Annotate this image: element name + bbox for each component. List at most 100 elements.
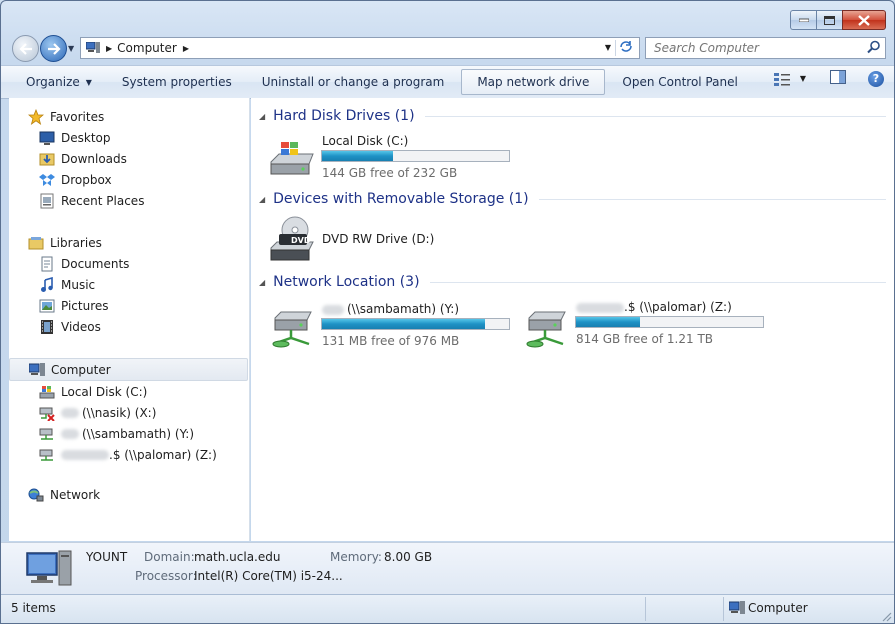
maximize-button[interactable] xyxy=(816,10,842,30)
capacity-bar xyxy=(321,150,510,162)
explorer-window: ▼ ▶ Computer ▶ ▼ Organize ▼ System prope… xyxy=(0,0,895,624)
nav-libraries[interactable]: Libraries xyxy=(9,232,249,253)
group-header-removable-storage[interactable]: ◢ Devices with Removable Storage (1) xyxy=(259,191,886,207)
recent-places-icon xyxy=(40,193,54,208)
pictures-icon xyxy=(39,299,55,312)
drive-tile-d[interactable]: DVD DVD RW Drive (D:) xyxy=(265,216,515,266)
preview-pane-button[interactable] xyxy=(830,70,846,87)
status-location: Computer xyxy=(748,601,808,615)
nav-item-desktop[interactable]: Desktop xyxy=(9,127,249,148)
nav-favorites[interactable]: Favorites xyxy=(9,106,249,127)
nav-computer[interactable]: Computer xyxy=(9,358,248,381)
nav-item-dropbox[interactable]: Dropbox xyxy=(9,169,249,190)
nav-item-pictures[interactable]: Pictures xyxy=(9,295,249,316)
back-button[interactable] xyxy=(12,35,39,62)
search-box[interactable] xyxy=(645,37,886,59)
nav-item-label: Recent Places xyxy=(61,193,145,208)
nav-item-drive-z[interactable]: .$ (\\palomar) (Z:) xyxy=(9,444,249,465)
libraries-group: Libraries Documents Music Pictures Video… xyxy=(9,232,249,337)
nav-item-label: Local Disk (C:) xyxy=(61,384,148,399)
nav-item-downloads[interactable]: Downloads xyxy=(9,148,249,169)
collapse-triangle-icon[interactable]: ◢ xyxy=(259,278,265,287)
documents-icon xyxy=(41,256,53,271)
drive-free-space: 131 MB free of 976 MB xyxy=(322,334,460,348)
favorites-group: Favorites Desktop Downloads Dropbox Rece… xyxy=(9,106,249,211)
help-icon[interactable]: ? xyxy=(868,70,884,87)
nav-item-label: Desktop xyxy=(61,130,111,145)
collapse-triangle-icon[interactable]: ◢ xyxy=(259,195,265,204)
computer-icon xyxy=(29,362,45,376)
redacted-text xyxy=(322,304,344,315)
group-divider xyxy=(429,281,886,283)
group-header-hard-disk-drives[interactable]: ◢ Hard Disk Drives (1) xyxy=(259,108,886,124)
status-separator xyxy=(645,597,646,621)
drive-tile-y[interactable]: (\\sambamath) (Y:) 131 MB free of 976 MB xyxy=(265,300,515,350)
drive-free-space: 144 GB free of 232 GB xyxy=(322,166,458,180)
capacity-bar-fill xyxy=(576,317,640,327)
nav-item-local-disk-c[interactable]: Local Disk (C:) xyxy=(9,381,249,402)
videos-icon xyxy=(41,319,53,334)
nav-item-recent-places[interactable]: Recent Places xyxy=(9,190,249,211)
change-view-button[interactable]: ▼ xyxy=(773,72,806,86)
collapse-triangle-icon[interactable]: ◢ xyxy=(259,112,265,121)
refresh-button[interactable] xyxy=(615,40,636,56)
address-bar[interactable]: ▶ Computer ▶ ▼ xyxy=(80,37,640,59)
nav-item-documents[interactable]: Documents xyxy=(9,253,249,274)
nav-computer-label: Computer xyxy=(51,362,111,377)
nav-item-music[interactable]: Music xyxy=(9,274,249,295)
address-history-dropdown[interactable]: ▼ xyxy=(605,43,611,52)
breadcrumb-arrow-icon[interactable]: ▶ xyxy=(106,44,112,53)
capacity-bar xyxy=(321,318,510,330)
nav-item-drive-x[interactable]: (\\nasik) (X:) xyxy=(9,402,249,423)
close-icon xyxy=(858,14,870,26)
organize-menu[interactable]: Organize ▼ xyxy=(1,70,107,94)
group-divider xyxy=(538,198,886,200)
close-button[interactable] xyxy=(842,10,886,30)
open-control-panel-button[interactable]: Open Control Panel xyxy=(607,70,752,94)
drive-name: DVD RW Drive (D:) xyxy=(322,232,435,246)
dvd-badge: DVD xyxy=(291,236,311,245)
music-icon xyxy=(41,276,53,292)
refresh-icon xyxy=(620,41,632,52)
breadcrumb-arrow-icon[interactable]: ▶ xyxy=(183,44,189,53)
nav-item-label: Dropbox xyxy=(61,172,112,187)
network-icon xyxy=(28,488,44,501)
arrow-right-icon xyxy=(47,42,61,55)
capacity-bar-fill xyxy=(322,319,485,329)
maximize-icon xyxy=(824,15,835,25)
redacted-text xyxy=(576,302,624,313)
drive-name: .$ (\\palomar) (Z:) xyxy=(624,300,732,314)
nav-item-drive-y[interactable]: (\\sambamath) (Y:) xyxy=(9,423,249,444)
nav-item-videos[interactable]: Videos xyxy=(9,316,249,337)
uninstall-program-button[interactable]: Uninstall or change a program xyxy=(247,70,460,94)
drive-tile-z[interactable]: .$ (\\palomar) (Z:) 814 GB free of 1.21 … xyxy=(519,300,769,350)
search-input[interactable] xyxy=(652,40,861,56)
redaction-block xyxy=(261,291,501,299)
system-properties-button[interactable]: System properties xyxy=(107,70,247,94)
breadcrumb-computer[interactable]: Computer xyxy=(117,41,177,55)
computer-icon xyxy=(729,601,745,614)
redacted-text xyxy=(61,449,109,460)
minimize-button[interactable] xyxy=(790,10,816,30)
command-bar: Organize ▼ System properties Uninstall o… xyxy=(1,65,894,99)
network-drive-icon xyxy=(39,428,53,440)
forward-button[interactable] xyxy=(40,35,67,62)
chevron-down-icon: ▼ xyxy=(799,74,806,83)
status-separator xyxy=(723,597,724,621)
map-network-drive-button[interactable]: Map network drive xyxy=(461,69,606,95)
recent-pages-dropdown[interactable]: ▼ xyxy=(68,44,74,53)
domain-value: math.ucla.edu xyxy=(194,550,281,564)
local-disk-icon xyxy=(39,385,55,398)
group-header-network-location[interactable]: ◢ Network Location (3) xyxy=(259,274,886,290)
network-drive-icon xyxy=(526,311,566,348)
libraries-icon xyxy=(28,236,44,249)
capacity-bar-fill xyxy=(322,151,394,161)
nav-network[interactable]: Network xyxy=(9,484,249,505)
search-icon[interactable] xyxy=(867,40,881,54)
window-controls xyxy=(790,10,886,30)
dropbox-icon xyxy=(39,173,55,186)
network-group: Network xyxy=(9,484,249,505)
network-drive-icon xyxy=(272,311,312,348)
resize-grip-icon[interactable] xyxy=(880,610,892,622)
drive-tile-c[interactable]: Local Disk (C:) 144 GB free of 232 GB xyxy=(265,132,515,182)
